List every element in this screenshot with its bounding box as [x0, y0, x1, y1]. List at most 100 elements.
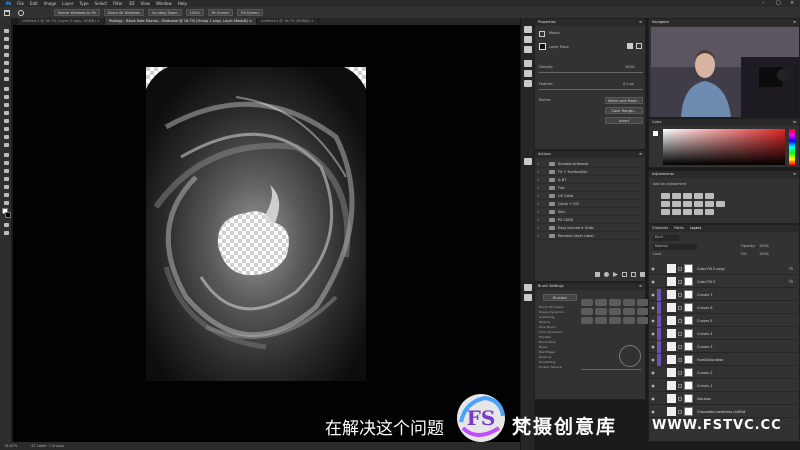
dodge-tool-icon[interactable] — [2, 142, 10, 148]
invert-icon[interactable] — [661, 209, 670, 215]
maximize-button[interactable]: □ — [776, 0, 781, 6]
link-icon[interactable] — [678, 409, 682, 414]
select-and-mask-button[interactable]: Select and Mask... — [605, 97, 643, 104]
spacing-slider[interactable] — [581, 369, 641, 370]
hue-slider[interactable] — [789, 129, 795, 165]
tab-layers[interactable]: Layers — [690, 226, 702, 231]
opacity-value[interactable]: 100% — [759, 244, 769, 248]
menu-3d[interactable]: 3D — [129, 1, 135, 6]
layer-row[interactable]: ◉ Curves 6 — [649, 301, 797, 314]
invert-button[interactable]: Invert — [605, 117, 643, 124]
curves-icon[interactable] — [683, 193, 692, 199]
action-set-row[interactable]: ✓ PS CXNS — [535, 216, 645, 224]
pen-tool-icon[interactable] — [2, 152, 10, 158]
layer-name[interactable]: Curves 6 — [697, 306, 713, 310]
density-value[interactable]: 100% — [625, 65, 635, 69]
scrubby-zoom-checkbox[interactable]: Scrubby Zoom — [148, 9, 182, 16]
zoom-all-windows-button[interactable]: Zoom All Windows — [103, 9, 145, 16]
link-icon[interactable] — [678, 383, 682, 388]
type-tool-icon[interactable] — [2, 160, 10, 166]
color-balance-icon[interactable] — [672, 201, 681, 207]
eyedropper-tool-icon[interactable] — [2, 76, 10, 82]
zoom-readout[interactable]: 16.67% — [4, 444, 17, 448]
frame-tool-icon[interactable] — [2, 68, 10, 74]
quick-select-tool-icon[interactable] — [2, 52, 10, 58]
blur-tool-icon[interactable] — [2, 134, 10, 140]
glyphs-icon[interactable] — [524, 80, 532, 87]
action-set-row[interactable]: ✓ Shadow Artboard — [535, 160, 645, 168]
brush-option[interactable]: Protect Texture — [539, 365, 564, 370]
visibility-eye-icon[interactable]: ◉ — [649, 289, 657, 301]
brush-tip[interactable] — [595, 299, 607, 306]
selective-color-icon[interactable] — [705, 209, 714, 215]
layer-thumbnail[interactable] — [667, 316, 676, 325]
brush-tip[interactable] — [623, 317, 635, 324]
panel-menu-icon[interactable]: ≡ — [639, 152, 642, 157]
check-icon[interactable]: ✓ — [535, 218, 541, 222]
layer-row[interactable]: ◉ Curves 1 — [649, 380, 797, 392]
fill-value[interactable]: 100% — [759, 252, 769, 256]
check-icon[interactable]: ✓ — [535, 210, 541, 214]
menu-select[interactable]: Select — [95, 1, 107, 6]
brush-tip[interactable] — [595, 308, 607, 315]
layer-mask-thumbnail[interactable] — [684, 329, 693, 338]
close-button[interactable]: × — [790, 0, 794, 6]
home-icon[interactable] — [4, 9, 10, 16]
libraries-icon[interactable] — [524, 46, 532, 53]
more-tools-icon[interactable] — [2, 200, 10, 206]
healing-tool-icon[interactable] — [2, 86, 10, 92]
link-icon[interactable] — [678, 318, 682, 323]
visibility-eye-icon[interactable]: ◉ — [649, 406, 657, 418]
link-icon[interactable] — [678, 357, 682, 362]
layer-mask-thumbnail[interactable] — [684, 277, 693, 286]
action-set-row[interactable]: ✓ Clone + Gill — [535, 200, 645, 208]
panel-menu-icon[interactable]: ≡ — [639, 20, 642, 25]
path-select-tool-icon[interactable] — [2, 168, 10, 174]
hue-saturation-icon[interactable] — [661, 201, 670, 207]
brush-tip[interactable] — [609, 299, 621, 306]
brush-tip[interactable] — [609, 308, 621, 315]
brush-tip[interactable] — [595, 317, 607, 324]
link-icon[interactable] — [678, 396, 682, 401]
rectangle-tool-icon[interactable] — [2, 176, 10, 182]
document-tab-active[interactable]: Phology - Black Hole Macros - Mudroom @ … — [104, 18, 257, 25]
brush-tip[interactable] — [609, 317, 621, 324]
check-icon[interactable]: ✓ — [535, 226, 541, 230]
menu-layer[interactable]: Layer — [62, 1, 73, 6]
layer-name[interactable]: Curves 4 — [697, 332, 713, 336]
layer-name[interactable]: Curves 1 — [697, 384, 713, 388]
visibility-eye-icon[interactable]: ◉ — [649, 276, 657, 288]
layer-thumbnail[interactable] — [667, 303, 676, 312]
resize-windows-button[interactable]: Resize Windows to Fit — [54, 9, 100, 16]
brush-tip[interactable] — [581, 317, 593, 324]
gradient-tool-icon[interactable] — [2, 126, 10, 132]
action-set-row[interactable]: ✓ FX + Surface/Nu — [535, 168, 645, 176]
panel-menu-icon[interactable]: ≡ — [793, 20, 796, 25]
paragraph-icon[interactable] — [524, 60, 532, 67]
brush-tip[interactable] — [581, 308, 593, 315]
action-set-row[interactable]: ✓ Skin — [535, 208, 645, 216]
minimize-button[interactable]: – — [762, 0, 765, 6]
visibility-eye-icon[interactable]: ◉ — [649, 393, 657, 405]
app-logo[interactable]: Ps — [6, 1, 11, 6]
layer-name[interactable]: Curves 3 — [697, 345, 713, 349]
layer-name[interactable]: Curves 5 — [697, 319, 713, 323]
layer-effects-icon[interactable]: fx — [789, 279, 793, 284]
link-icon[interactable] — [678, 279, 682, 284]
document-tab[interactable]: Untitled-4 @ 16.7% (RGB/8) × — [257, 18, 319, 25]
exposure-icon[interactable] — [694, 193, 703, 199]
layer-thumbnail[interactable] — [667, 342, 676, 351]
channel-mixer-icon[interactable] — [705, 201, 714, 207]
levels-icon[interactable] — [672, 193, 681, 199]
background-color-swatch[interactable] — [5, 212, 11, 218]
brush-settings-icon[interactable] — [524, 284, 532, 291]
history-brush-tool-icon[interactable] — [2, 110, 10, 116]
black-white-icon[interactable] — [683, 201, 692, 207]
visibility-eye-icon[interactable]: ◉ — [649, 315, 657, 327]
menu-filter[interactable]: Filter — [113, 1, 123, 6]
new-set-icon[interactable] — [622, 272, 627, 277]
layer-thumbnail[interactable] — [667, 407, 676, 416]
feather-value[interactable]: 0.0 px — [623, 82, 634, 86]
link-icon[interactable] — [678, 344, 682, 349]
visibility-eye-icon[interactable]: ◉ — [649, 328, 657, 340]
